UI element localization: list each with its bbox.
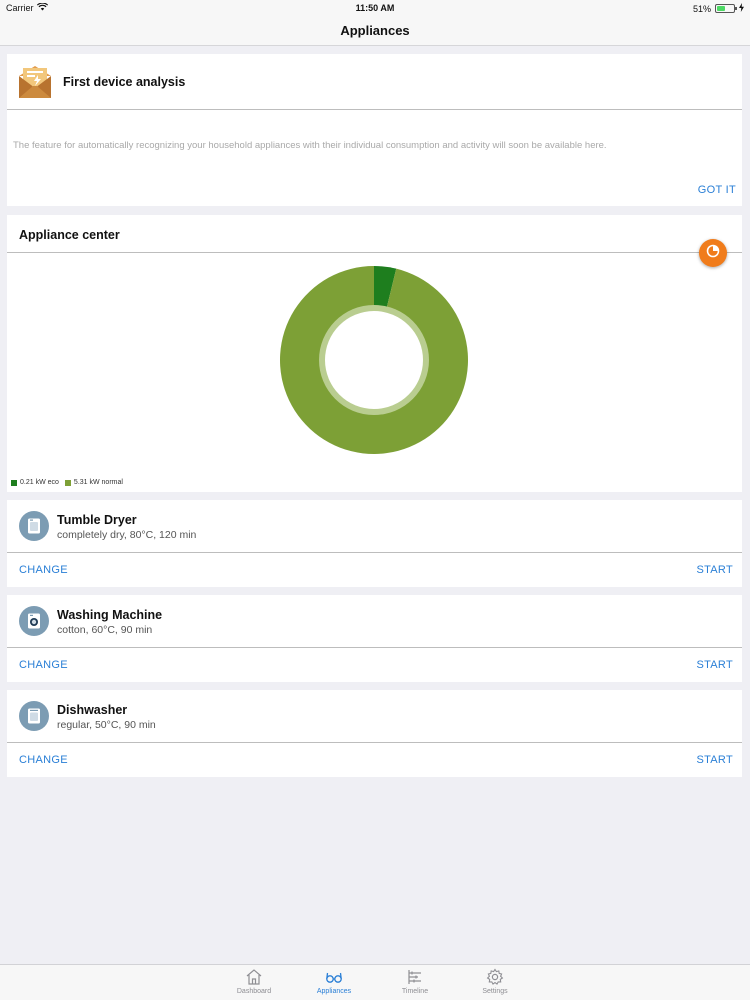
appliance-name: Washing Machine — [57, 608, 163, 622]
status-bar: Carrier 11:50 AM 51% — [0, 0, 750, 16]
pie-chart-button[interactable] — [699, 239, 727, 267]
glasses-icon — [304, 967, 364, 987]
appliance-card-tumble-dryer: Tumble Dryer completely dry, 80°C, 120 m… — [7, 500, 742, 587]
page-title: Appliances — [340, 23, 410, 38]
appliance-program: completely dry, 80°C, 120 min — [57, 529, 197, 541]
legend-label-normal: 5.31 kW normal — [73, 479, 123, 486]
status-time: 11:50 AM — [355, 3, 395, 13]
change-button[interactable]: CHANGE — [19, 659, 68, 671]
start-button[interactable]: START — [696, 564, 733, 576]
tab-bar: Dashboard Appliances Timeline Settings — [0, 964, 750, 1000]
tab-label-settings: Settings — [482, 988, 508, 995]
tab-label-dashboard: Dashboard — [236, 988, 272, 995]
appliance-card-header: Washing Machine cotton, 60°C, 90 min — [7, 595, 742, 648]
consumption-donut-chart — [280, 266, 468, 454]
tab-settings[interactable]: Settings — [465, 967, 525, 995]
change-button[interactable]: CHANGE — [19, 754, 68, 766]
status-right: 51% — [693, 3, 744, 14]
envelope-bolt-icon — [17, 64, 53, 100]
appliance-center-card: Appliance center 0.21 kW eco 5.31 kW nor… — [7, 215, 742, 492]
appliance-name: Dishwasher — [57, 703, 128, 717]
legend-label-eco: 0.21 kW eco — [20, 479, 59, 486]
start-button[interactable]: START — [696, 754, 733, 766]
got-it-button[interactable]: GOT IT — [698, 184, 736, 196]
legend-swatch-eco — [11, 479, 17, 486]
change-button[interactable]: CHANGE — [19, 564, 68, 576]
washing-machine-icon — [19, 606, 49, 636]
appliance-card-washing-machine: Washing Machine cotton, 60°C, 90 min CHA… — [7, 595, 742, 682]
appliance-center-title: Appliance center — [19, 228, 120, 242]
appliance-program: cotton, 60°C, 90 min — [57, 624, 153, 636]
battery-percent: 51% — [692, 3, 711, 14]
timeline-icon — [385, 967, 445, 987]
appliance-program: regular, 50°C, 90 min — [57, 719, 156, 731]
dishwasher-icon — [19, 701, 49, 731]
chart-legend: 0.21 kW eco 5.31 kW normal — [11, 479, 123, 486]
tab-timeline[interactable]: Timeline — [385, 967, 445, 995]
gear-icon — [465, 967, 525, 987]
nav-bar: Appliances — [0, 16, 750, 46]
legend-swatch-normal — [64, 479, 71, 486]
pie-chart-icon — [706, 244, 720, 263]
charging-bolt-icon — [739, 3, 744, 14]
start-button[interactable]: START — [696, 659, 733, 671]
house-icon — [224, 967, 284, 987]
analysis-card-text: The feature for automatically recognizin… — [13, 140, 607, 151]
appliance-card-header: Dishwasher regular, 50°C, 90 min — [7, 690, 742, 743]
tab-label-timeline: Timeline — [401, 988, 429, 995]
appliance-card-dishwasher: Dishwasher regular, 50°C, 90 min CHANGE … — [7, 690, 742, 777]
analysis-card: First device analysis The feature for au… — [7, 54, 742, 206]
analysis-card-title: First device analysis — [63, 75, 186, 89]
legend-item-normal: 5.31 kW normal — [64, 479, 123, 486]
appliance-name: Tumble Dryer — [57, 513, 137, 527]
donut-hole — [325, 311, 423, 409]
tab-appliances[interactable]: Appliances — [304, 967, 364, 995]
appliance-center-header: Appliance center — [7, 215, 742, 253]
tab-label-appliances: Appliances — [316, 988, 352, 995]
analysis-card-header: First device analysis — [7, 54, 742, 110]
dryer-icon — [19, 511, 49, 541]
battery-icon — [715, 4, 737, 13]
appliance-card-header: Tumble Dryer completely dry, 80°C, 120 m… — [7, 500, 742, 553]
tab-dashboard[interactable]: Dashboard — [224, 967, 284, 995]
battery-fill — [717, 6, 725, 11]
legend-item-eco: 0.21 kW eco — [11, 479, 59, 486]
